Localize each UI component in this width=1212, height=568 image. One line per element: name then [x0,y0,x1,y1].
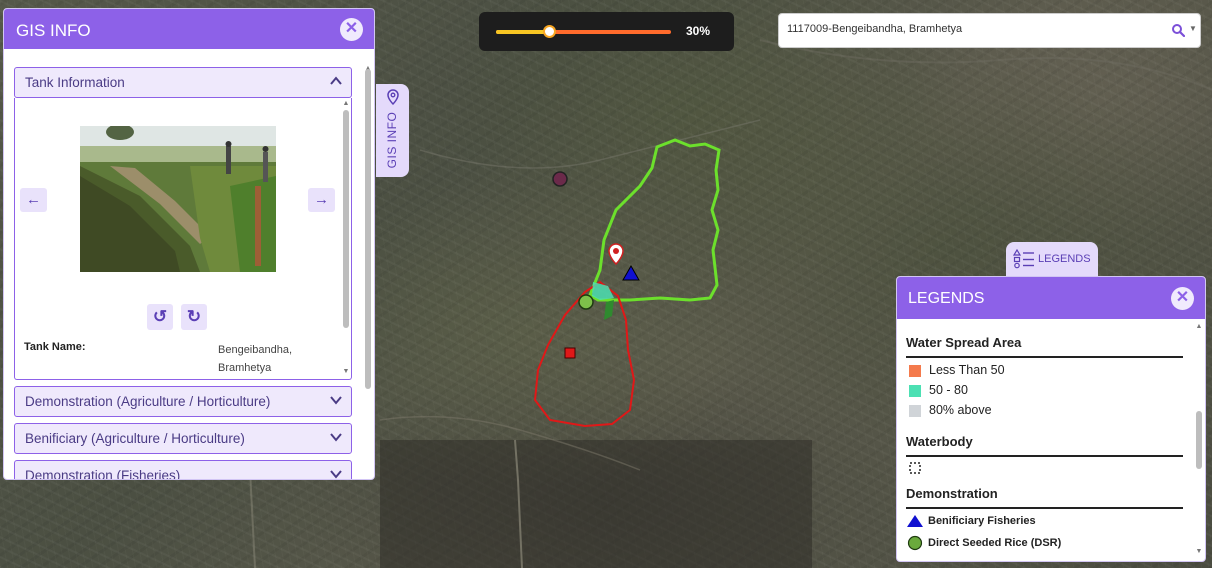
location-pin-icon [608,243,624,266]
legend-label: Less Than 50 [929,363,1005,377]
legends-scrollbar[interactable]: ▲ ▼ [1195,323,1203,559]
chevron-up-icon [330,76,342,85]
scroll-up-icon[interactable]: ▲ [1195,323,1203,330]
legend-label: 50 - 80 [929,383,968,397]
color-swatch [909,385,921,397]
accordion-demonstration-fisheries[interactable]: Demonstration (Fisheries) [14,460,352,480]
triangle-icon [907,515,923,527]
legend-label: Benificiary Fisheries [928,515,1036,527]
gis-info-header: GIS INFO ✕ [4,9,374,49]
gis-info-content: ▲ ▼ Tank Information ▲ ▼ ← [4,49,374,480]
legends-tab-label: LEGENDS [1038,253,1091,265]
scroll-down-icon[interactable]: ▼ [364,479,372,480]
legend-list-icon [1013,249,1034,269]
legends-title: LEGENDS [908,290,985,307]
gis-info-toggle-tab[interactable]: GIS INFO [376,84,409,177]
opacity-slider-thumb[interactable] [542,25,556,38]
legend-section-waterbody: Waterbody [906,434,1183,457]
previous-photo-button[interactable]: ← [20,188,47,212]
gis-info-panel: GIS INFO ✕ ▲ ▼ Tank Information ▲ ▼ ← [3,8,375,480]
demo-square-marker [564,347,576,359]
close-gis-panel-button[interactable]: ✕ [340,18,363,41]
color-swatch [909,365,921,377]
rotate-left-button[interactable]: ↺ [147,304,173,330]
scrollbar-thumb[interactable] [343,110,349,328]
legends-toggle-tab[interactable]: LEGENDS [1006,242,1098,276]
waterbody-dashed-square-icon [909,462,921,474]
legends-panel: LEGENDS ✕ Water Spread Area Less Than 50… [896,276,1206,562]
opacity-slider-panel: 30% [479,12,734,51]
legend-label: Direct Seeded Rice (DSR) [928,537,1062,549]
search-input[interactable] [787,23,1157,35]
dropdown-caret-icon[interactable]: ▼ [1189,24,1197,33]
opacity-value: 30% [686,24,711,38]
tank-boundary [588,138,721,302]
accordion-demonstration-agriculture[interactable]: Demonstration (Agriculture / Horticultur… [14,386,352,417]
accordion-benificiary-agriculture[interactable]: Benificiary (Agriculture / Horticulture) [14,423,352,454]
legend-label: 80% above [929,403,992,417]
beneficiary-fisheries-marker [622,264,640,281]
map-marker-purple [552,171,568,187]
scroll-down-icon[interactable]: ▼ [342,368,350,375]
accordion-label: Demonstration (Agriculture / Horticultur… [25,394,271,409]
tank-name-value: Bengeibandha, Bramhetya [218,344,293,374]
scroll-down-icon[interactable]: ▼ [1195,548,1203,555]
opacity-slider-fill [496,30,549,34]
rotate-right-button[interactable]: ↻ [181,304,207,330]
scroll-up-icon[interactable]: ▲ [342,100,350,107]
tank-info-scrollbar[interactable]: ▲ ▼ [342,100,350,378]
tank-information-body: ▲ ▼ ← → ↺ ↻ Tank Name: Bengeibandha, Bra… [14,98,352,380]
circle-icon [907,535,923,551]
accordion-label: Demonstration (Fisheries) [25,468,181,480]
chevron-down-icon [330,470,342,479]
map-pin-icon [387,89,399,106]
accordion-tank-information[interactable]: Tank Information [14,67,352,98]
gis-tab-label: GIS INFO [385,111,399,169]
legend-section-demonstration: Demonstration [906,486,1183,509]
gis-panel-scrollbar[interactable]: ▲ ▼ [364,61,372,480]
close-legends-button[interactable]: ✕ [1171,287,1194,310]
dsr-marker [578,294,594,310]
panel-title: GIS INFO [16,21,91,40]
tank-photo [80,126,276,272]
scrollbar-thumb[interactable] [1196,411,1202,469]
scrollbar-thumb[interactable] [365,69,371,389]
color-swatch [909,405,921,417]
chevron-down-icon [330,396,342,405]
accordion-label: Tank Information [25,75,125,90]
legends-header: LEGENDS ✕ [897,277,1205,319]
opacity-slider-track[interactable] [496,25,671,38]
accordion-label: Benificiary (Agriculture / Horticulture) [25,431,245,446]
chevron-down-icon [330,433,342,442]
search-icon[interactable] [1171,23,1185,37]
legend-section-water-spread: Water Spread Area [906,335,1183,358]
tank-name-label: Tank Name: [24,341,86,353]
next-photo-button[interactable]: → [308,188,335,212]
tank-search-box[interactable]: ▼ [778,13,1201,48]
